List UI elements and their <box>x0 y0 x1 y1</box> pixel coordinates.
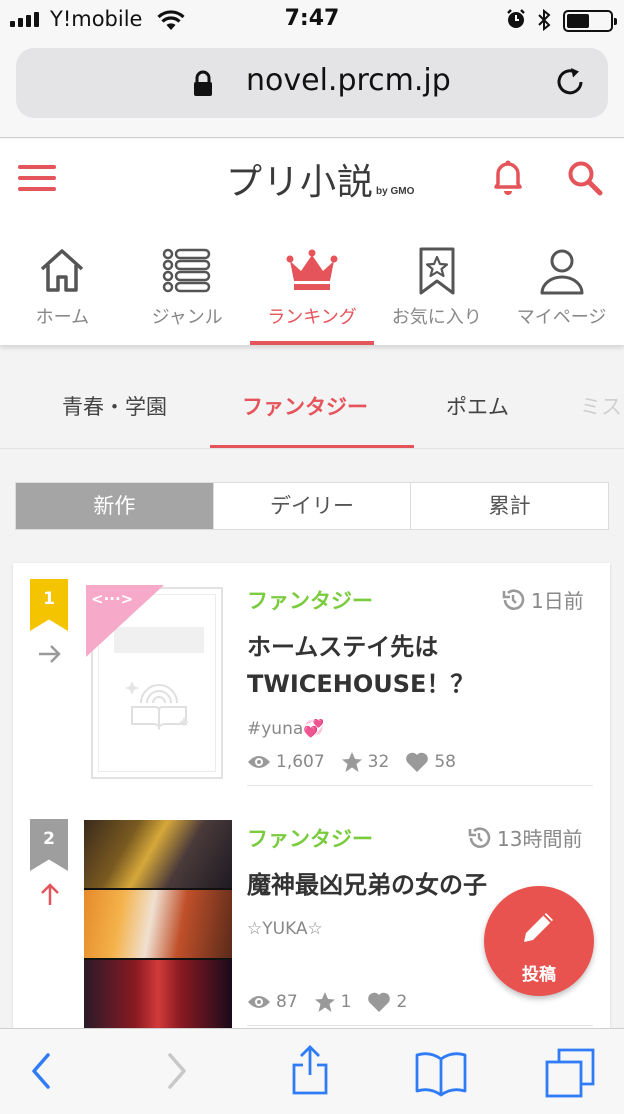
site-logo[interactable]: プリ小説 by GMO <box>226 153 414 205</box>
history-clock-icon <box>502 588 525 610</box>
rank-badge-2: 2 <box>30 819 68 871</box>
share-icon[interactable] <box>290 1043 330 1097</box>
url-text: novel.prcm.jp <box>246 63 451 98</box>
story-title[interactable]: ホームステイ先はTWICEHOUSE！？ <box>247 629 593 703</box>
book-rainbow-icon <box>125 681 189 731</box>
ranking-period-tabs: 新作 デイリー 累計 <box>15 482 609 530</box>
story-updated-text: 1日前 <box>531 589 584 613</box>
story-thumbnail-placeholder: <···> <box>86 585 228 781</box>
tab-total[interactable]: 累計 <box>410 483 608 529</box>
pencil-icon <box>524 913 553 942</box>
nav-ranking-label: ランキング <box>267 307 357 328</box>
nav-home[interactable]: ホーム <box>0 219 125 345</box>
view-count: 87 <box>276 992 298 1012</box>
list-icon <box>162 248 211 293</box>
user-icon <box>540 249 584 295</box>
browser-address-area: novel.prcm.jp <box>0 40 624 138</box>
post-button-label: 投稿 <box>522 965 556 985</box>
history-clock-icon <box>468 826 491 848</box>
forward-icon[interactable] <box>164 1051 190 1091</box>
notification-bell-icon[interactable] <box>488 157 528 199</box>
heart-icon <box>406 752 429 772</box>
story-cover-image <box>84 820 232 1033</box>
genre-tab-mystery[interactable]: ミス <box>580 391 622 421</box>
arrow-right-icon <box>39 645 61 663</box>
nav-ranking[interactable]: ランキング <box>249 219 375 345</box>
row-divider <box>247 1025 593 1026</box>
genre-tab-bar: 青春・学園 ファンタジー ポエム ミス <box>0 345 624 449</box>
story-author[interactable]: ☆YUKA☆ <box>247 919 323 939</box>
logo-text: プリ小説 <box>226 162 375 203</box>
bookmarks-icon[interactable] <box>414 1049 468 1097</box>
alarm-icon <box>507 9 525 28</box>
site-header: プリ小説 by GMO <box>0 139 624 219</box>
story-updated: 1日前 <box>501 585 584 614</box>
genre-tab-fantasy[interactable]: ファンタジー <box>242 391 368 421</box>
nav-genre-label: ジャンル <box>151 307 223 328</box>
story-tag[interactable]: #yuna💞 <box>247 719 324 739</box>
reload-icon[interactable] <box>554 65 588 99</box>
heart-icon <box>368 992 391 1012</box>
nav-favorites[interactable]: お気に入り <box>374 219 499 345</box>
bluetooth-icon <box>538 8 551 32</box>
status-bar: Y!mobile 7:47 <box>0 0 624 40</box>
bookmark-star-icon <box>419 247 455 295</box>
tab-daily[interactable]: デイリー <box>212 483 411 529</box>
rank-badge-1: 1 <box>30 579 68 631</box>
nav-genre[interactable]: ジャンル <box>125 219 250 345</box>
hamburger-menu-button[interactable] <box>18 165 56 191</box>
main-navigation: ホーム ジャンル ランキング お気に入り マイページ <box>0 219 624 345</box>
battery-icon <box>563 10 617 32</box>
nav-home-label: ホーム <box>35 307 90 328</box>
crown-icon <box>286 249 338 290</box>
story-stats: 87 1 2 <box>247 991 423 1013</box>
genre-tab-underline <box>210 445 414 448</box>
story-updated-text: 13時間前 <box>497 827 583 851</box>
genre-tab-poem[interactable]: ポエム <box>446 391 509 421</box>
story-stats: 1,607 32 58 <box>247 751 472 773</box>
status-time: 7:47 <box>284 6 340 31</box>
code-icon: <···> <box>91 590 134 608</box>
tab-new[interactable]: 新作 <box>16 483 213 529</box>
star-icon <box>341 752 362 772</box>
story-updated: 13時間前 <box>467 823 582 852</box>
like-count: 2 <box>396 992 408 1012</box>
nav-mypage[interactable]: マイページ <box>499 219 624 345</box>
eye-icon <box>248 996 270 1008</box>
story-genre: ファンタジー <box>247 589 373 613</box>
address-bar[interactable]: novel.prcm.jp <box>16 48 608 118</box>
arrow-up-icon <box>41 883 59 905</box>
nav-mypage-label: マイページ <box>516 307 607 328</box>
genre-tab-school[interactable]: 青春・学園 <box>62 391 167 421</box>
view-count: 1,607 <box>276 752 325 772</box>
nav-favorites-label: お気に入り <box>391 307 482 328</box>
logo-sub: by GMO <box>376 186 415 197</box>
like-count: 58 <box>434 752 456 772</box>
story-genre: ファンタジー <box>247 827 373 851</box>
home-icon <box>41 249 84 292</box>
tabs-icon[interactable] <box>544 1047 596 1099</box>
star-count: 1 <box>340 992 352 1012</box>
back-icon[interactable] <box>28 1051 54 1091</box>
star-icon <box>314 992 335 1012</box>
search-icon[interactable] <box>566 159 604 197</box>
star-count: 32 <box>367 752 390 772</box>
post-button[interactable]: 投稿 <box>484 886 594 996</box>
lock-icon <box>194 70 212 96</box>
row-divider <box>247 785 593 786</box>
eye-icon <box>248 756 270 768</box>
browser-toolbar <box>0 1028 624 1114</box>
